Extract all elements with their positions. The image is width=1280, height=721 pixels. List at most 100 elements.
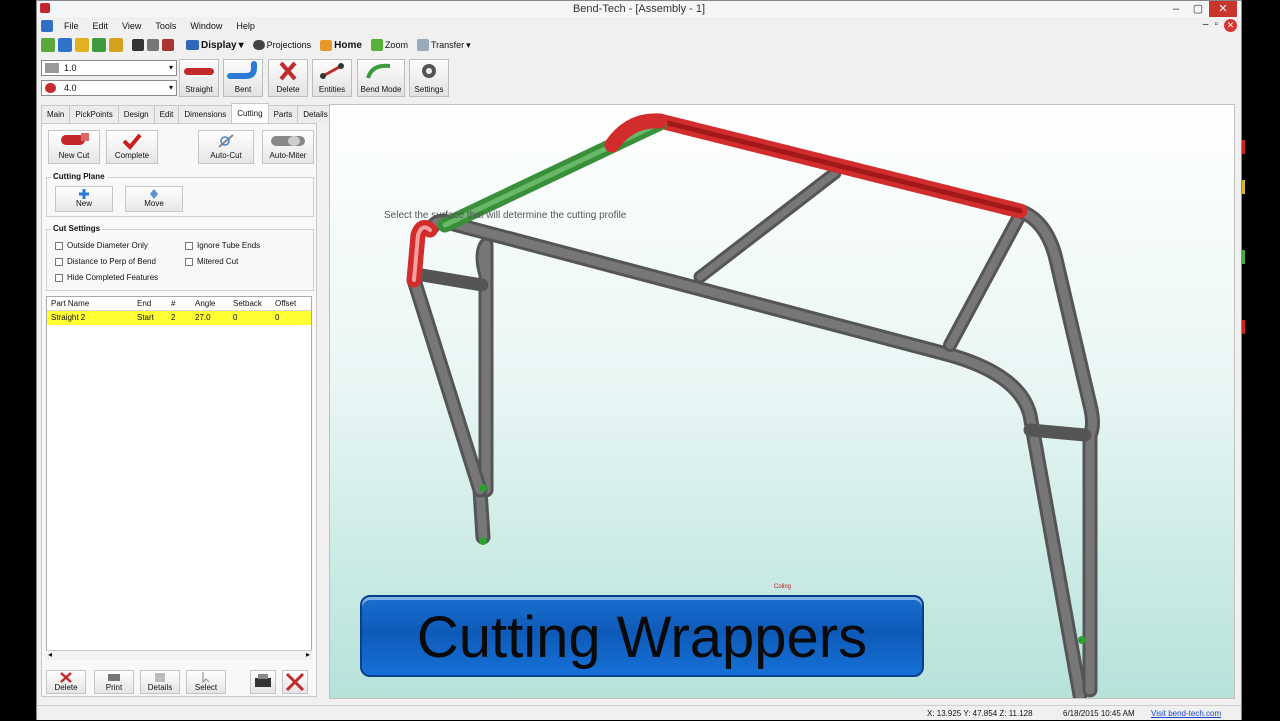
scroll-right-icon[interactable]: ▸ — [306, 650, 310, 659]
mitered-cut-checkbox[interactable]: Mitered Cut — [185, 257, 238, 266]
printer-icon — [255, 674, 271, 687]
cancel-button[interactable] — [282, 670, 308, 694]
radius-select[interactable]: 4.0 ▾ — [41, 80, 177, 96]
delete-cut-button[interactable]: Delete — [46, 670, 86, 694]
column-header[interactable]: Setback — [229, 297, 271, 310]
column-header[interactable]: Offset — [271, 297, 311, 310]
auto-cut-button[interactable]: Auto-Cut — [198, 130, 254, 164]
mdi-restore-button[interactable]: ▫ — [1214, 19, 1218, 32]
plane-new-button[interactable]: New — [55, 186, 113, 212]
scroll-left-icon[interactable]: ◂ — [48, 650, 52, 659]
website-link[interactable]: Visit bend-tech.com — [1151, 706, 1221, 721]
checkbox-box — [55, 273, 63, 282]
settings-label: Settings — [414, 85, 444, 94]
tab-pickpoints[interactable]: PickPoints — [69, 105, 119, 123]
new-cut-button[interactable]: New Cut — [48, 130, 100, 164]
print-icon[interactable] — [147, 39, 159, 51]
print-cut-label: Print — [105, 683, 123, 692]
display-label: Display — [201, 39, 237, 51]
home-button[interactable]: Home — [317, 39, 365, 51]
printer-button[interactable] — [250, 670, 276, 694]
cuts-table: Part Name End # Angle Setback Offset Str… — [46, 296, 312, 656]
column-header[interactable]: # — [167, 297, 191, 310]
bend-mode-button[interactable]: Bend Mode — [357, 59, 405, 97]
table-cell: 27.0 — [195, 313, 211, 322]
assembly-icon[interactable] — [92, 38, 106, 52]
auto-miter-button[interactable]: Auto-Miter — [262, 130, 314, 164]
tab-dimensions[interactable]: Dimensions — [178, 105, 233, 123]
print-cut-button[interactable]: Print — [94, 670, 134, 694]
transfer-button[interactable]: Transfer ▾ — [414, 39, 474, 51]
tab-main[interactable]: Main — [41, 105, 71, 123]
bend-mode-icon — [366, 63, 391, 79]
settings-button[interactable]: Settings — [409, 59, 449, 97]
auto-cut-label: Auto-Cut — [210, 151, 242, 160]
display-button[interactable]: Display ▾ — [183, 40, 247, 51]
horizontal-scrollbar[interactable]: ◂ ▸ — [46, 650, 312, 660]
save-icon[interactable] — [132, 39, 144, 51]
tab-cutting[interactable]: Cutting — [231, 103, 269, 123]
checkbox-label: Mitered Cut — [197, 257, 239, 266]
chevron-down-icon: ▾ — [238, 39, 244, 51]
select-cut-button[interactable]: Select — [186, 670, 226, 694]
outside-diameter-checkbox[interactable]: Outside Diameter Only — [55, 241, 148, 250]
table-cell: 0 — [275, 313, 280, 322]
open-icon[interactable] — [58, 38, 72, 52]
new-cut-icon — [61, 133, 89, 145]
straight-button[interactable]: Straight — [179, 59, 219, 97]
plane-move-button[interactable]: Move — [125, 186, 183, 212]
tab-design[interactable]: Design — [117, 105, 155, 123]
part-icon[interactable] — [75, 38, 89, 52]
diameter-select[interactable]: 1.0 ▾ — [41, 60, 177, 76]
complete-button[interactable]: Complete — [106, 130, 158, 164]
menu-file[interactable]: File — [57, 21, 86, 31]
radius-value: 4.0 — [64, 83, 77, 93]
print-preview-icon[interactable] — [162, 39, 174, 51]
right-crossbar[interactable] — [1023, 423, 1092, 442]
auto-miter-label: Auto-Miter — [269, 151, 307, 160]
details-cut-label: Details — [147, 683, 173, 692]
mdi-minimize-button[interactable]: – — [1203, 19, 1209, 32]
entities-button[interactable]: Entities — [312, 59, 352, 97]
desktop-edge — [1242, 0, 1280, 720]
entities-icon — [320, 63, 344, 79]
close-button[interactable]: ✕ — [1209, 1, 1237, 17]
delete-ribbon-button[interactable]: Delete — [268, 59, 308, 97]
menu-bar: File Edit View Tools Window Help – ▫ ✕ — [37, 17, 1241, 35]
distance-perp-bend-checkbox[interactable]: Distance to Perp of Bend — [55, 257, 156, 266]
column-header[interactable]: Part Name — [47, 297, 133, 310]
zoom-button[interactable]: Zoom — [368, 39, 411, 51]
menu-help[interactable]: Help — [229, 21, 262, 31]
tab-parts[interactable]: Parts — [267, 105, 299, 123]
table-row[interactable]: Straight 2 Start 2 27.0 0 0 — [47, 311, 311, 325]
delete-icon — [279, 61, 297, 81]
tools-icon[interactable] — [109, 38, 123, 52]
quick-toolbar: Display ▾ Projections Home Zoom Transfer… — [37, 35, 1241, 55]
column-header[interactable]: End — [133, 297, 167, 310]
ignore-tube-ends-checkbox[interactable]: Ignore Tube Ends — [185, 241, 260, 250]
projections-button[interactable]: Projections — [250, 40, 315, 50]
new-file-icon[interactable] — [41, 38, 55, 52]
column-header[interactable]: Angle — [191, 297, 229, 310]
app-menu-icon[interactable] — [41, 20, 53, 32]
left-crossbar[interactable] — [415, 268, 489, 292]
panel-tabs: Main PickPoints Design Edit Dimensions C… — [41, 103, 334, 123]
menu-window[interactable]: Window — [183, 21, 229, 31]
cutting-plane-group: Cutting Plane New Move — [46, 172, 314, 217]
mdi-close-button[interactable]: ✕ — [1224, 19, 1237, 32]
home-icon — [320, 39, 333, 51]
green-point — [1078, 636, 1086, 644]
menu-tools[interactable]: Tools — [148, 21, 183, 31]
projections-label: Projections — [266, 40, 312, 50]
delete-cut-label: Delete — [54, 683, 78, 692]
details-cut-button[interactable]: Details — [140, 670, 180, 694]
tab-edit[interactable]: Edit — [153, 105, 180, 123]
menu-edit[interactable]: Edit — [86, 21, 116, 31]
3d-viewport[interactable]: Select the surface that will determine t… — [329, 104, 1235, 699]
bent-button[interactable]: Bent — [223, 59, 263, 97]
maximize-button[interactable]: ▢ — [1187, 1, 1209, 17]
menu-view[interactable]: View — [115, 21, 148, 31]
minimize-button[interactable]: – — [1165, 1, 1187, 17]
green-point — [479, 537, 487, 545]
hide-completed-checkbox[interactable]: Hide Completed Features — [55, 273, 158, 282]
